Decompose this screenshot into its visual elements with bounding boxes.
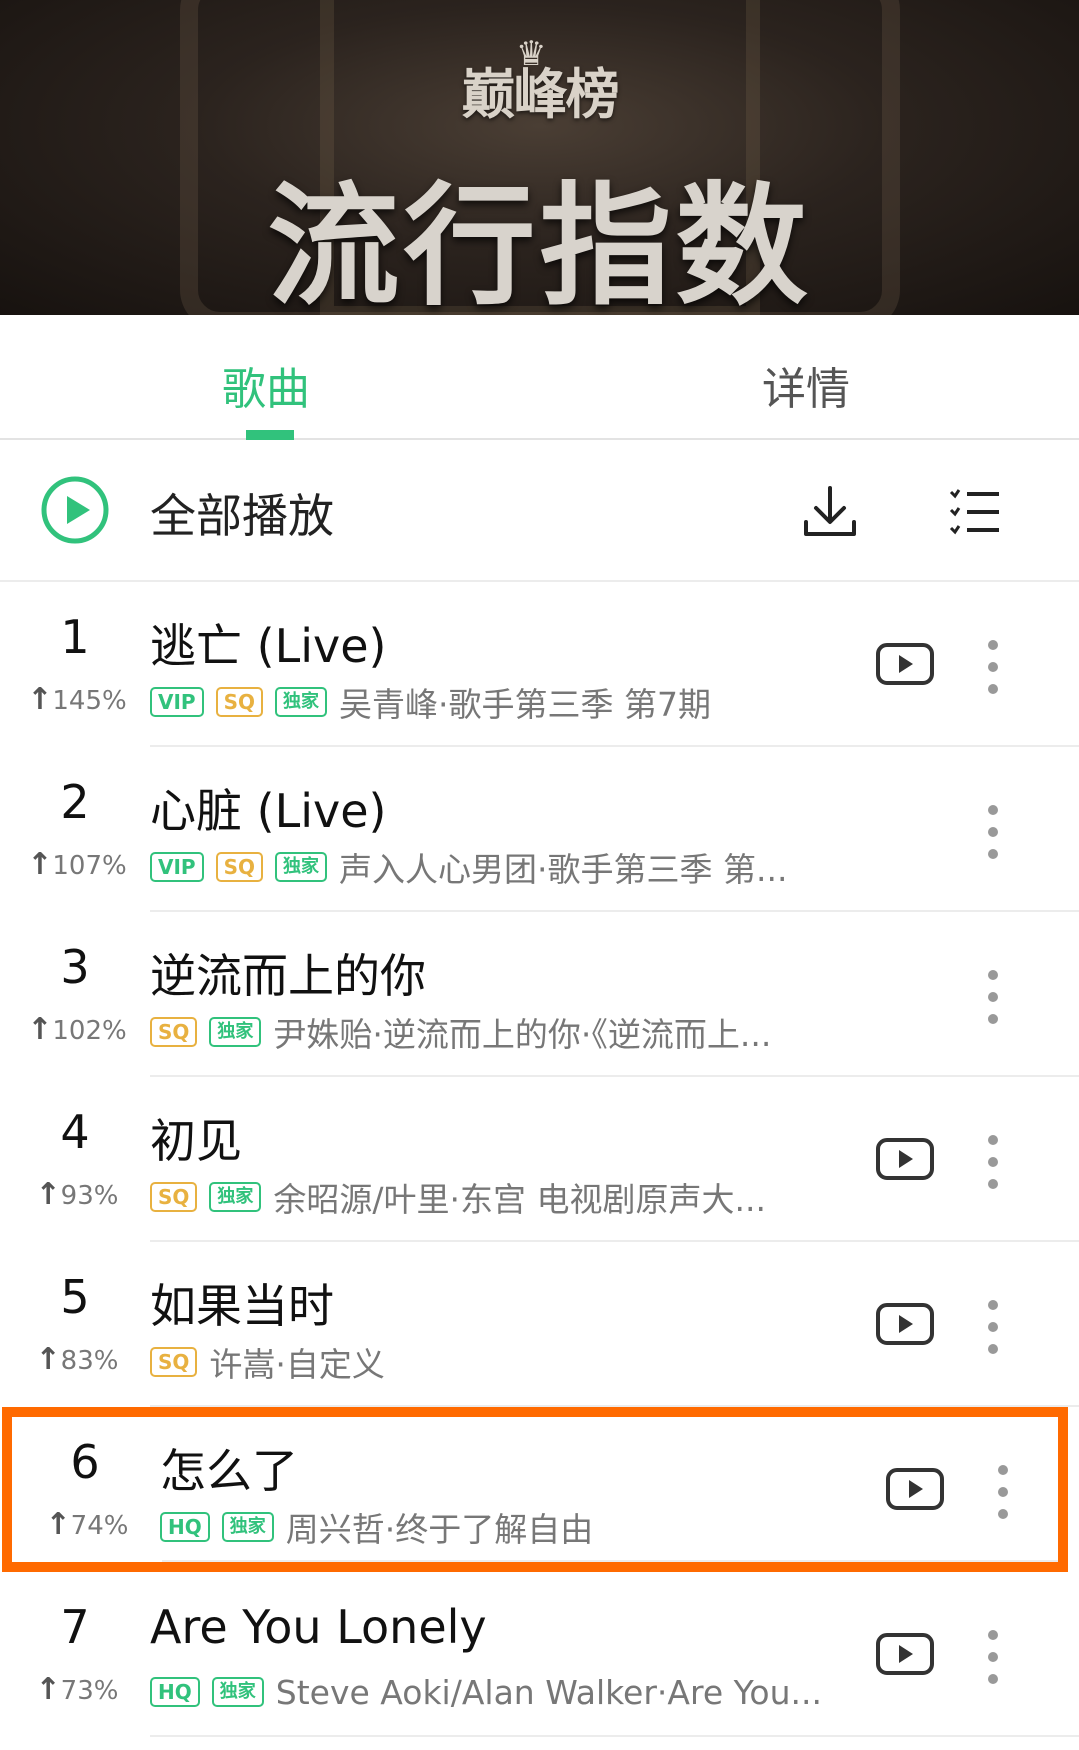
song-artist-album: 声入人心男团·歌手第三季 第... xyxy=(338,850,788,889)
song-row[interactable]: 7 ↑73% Are You Lonely HQ 独家 Steve Aoki/Al… xyxy=(0,1572,1079,1737)
trend-up-icon: ↑ xyxy=(27,1012,53,1047)
sq-badge: SQ xyxy=(150,1017,198,1047)
song-row[interactable]: 5 ↑83% 如果当时 SQ 许嵩·自定义 xyxy=(0,1242,1079,1407)
sq-badge: SQ xyxy=(215,687,263,717)
trend-value: 73% xyxy=(60,1676,119,1706)
song-trend: ↑73% xyxy=(22,1672,132,1707)
song-artist-album: 尹姝贻·逆流而上的你·《逆流而上... xyxy=(273,1015,772,1054)
song-rank: 5 xyxy=(60,1270,90,1324)
song-rank: 7 xyxy=(60,1600,90,1654)
active-tab-indicator xyxy=(246,430,294,440)
song-trend: ↑93% xyxy=(22,1177,132,1212)
more-options-icon[interactable] xyxy=(988,1462,1018,1522)
song-trend: ↑102% xyxy=(22,1012,132,1047)
song-artist-album: 吴青峰·歌手第三季 第7期 xyxy=(338,685,711,724)
play-all-button[interactable]: 全部播放 xyxy=(150,480,334,546)
song-row[interactable]: 4 ↑93% 初见 SQ 独家 余昭源/叶里·东宫 电视剧原声大... xyxy=(0,1077,1079,1242)
song-trend: ↑74% xyxy=(32,1507,142,1542)
trend-up-icon: ↑ xyxy=(35,1342,61,1377)
more-options-icon[interactable] xyxy=(978,1132,1008,1192)
vip-badge: VIP xyxy=(150,852,204,882)
more-options-icon[interactable] xyxy=(978,802,1008,862)
song-meta: SQ 独家 尹姝贻·逆流而上的你·《逆流而上... xyxy=(150,1010,840,1054)
song-trend: ↑83% xyxy=(22,1342,132,1377)
song-row[interactable]: 2 ↑107% 心脏 (Live) VIP SQ 独家 声入人心男团·歌手第三季 第… xyxy=(0,747,1079,912)
trend-up-icon: ↑ xyxy=(35,1177,61,1212)
song-title[interactable]: 逆流而上的你 xyxy=(150,940,426,1006)
excl-badge: 独家 xyxy=(274,852,327,882)
song-artist-album: 余昭源/叶里·东宫 电视剧原声大... xyxy=(273,1180,766,1219)
list-menu-icon[interactable] xyxy=(945,482,1005,542)
excl-badge: 独家 xyxy=(221,1512,274,1542)
song-title[interactable]: 怎么了 xyxy=(160,1435,298,1501)
excl-badge: 独家 xyxy=(274,687,327,717)
song-rank: 3 xyxy=(60,940,90,994)
song-rank: 1 xyxy=(60,610,90,664)
song-meta: HQ 独家 周兴哲·终于了解自由 xyxy=(160,1505,850,1549)
song-row[interactable]: 1 ↑145% 逃亡 (Live) VIP SQ 独家 吴青峰·歌手第三季 第7期 xyxy=(0,582,1079,747)
song-meta: VIP SQ 独家 声入人心男团·歌手第三季 第... xyxy=(150,845,840,889)
hq-badge: HQ xyxy=(150,1677,200,1707)
song-list: 1 ↑145% 逃亡 (Live) VIP SQ 独家 吴青峰·歌手第三季 第7期 xyxy=(0,582,1079,1737)
excl-badge: 独家 xyxy=(209,1017,262,1047)
trend-value: 93% xyxy=(60,1181,119,1211)
vip-badge: VIP xyxy=(150,687,204,717)
more-options-icon[interactable] xyxy=(978,1627,1008,1687)
tab-details[interactable]: 详情 xyxy=(762,353,850,417)
trend-up-icon: ↑ xyxy=(45,1507,71,1542)
song-title[interactable]: Are You Lonely xyxy=(150,1600,487,1654)
chart-banner: ♛ 巅峰榜 流行指数 xyxy=(0,0,1079,315)
song-row[interactable]: 6 ↑74% 怎么了 HQ 独家 周兴哲·终于了解自由 xyxy=(2,1407,1068,1572)
song-rank: 4 xyxy=(60,1105,90,1159)
song-rank: 6 xyxy=(70,1435,100,1489)
more-options-icon[interactable] xyxy=(978,1297,1008,1357)
trend-value: 145% xyxy=(52,686,127,716)
excl-badge: 独家 xyxy=(209,1182,262,1212)
song-meta: SQ 许嵩·自定义 xyxy=(150,1340,840,1384)
mv-play-icon[interactable] xyxy=(875,1632,935,1676)
tab-bar: 歌曲 详情 xyxy=(0,315,1079,440)
tab-songs[interactable]: 歌曲 xyxy=(222,353,310,417)
song-trend: ↑107% xyxy=(22,847,132,882)
more-options-icon[interactable] xyxy=(978,967,1008,1027)
song-title[interactable]: 心脏 (Live) xyxy=(150,775,386,841)
more-options-icon[interactable] xyxy=(978,637,1008,697)
song-title[interactable]: 初见 xyxy=(150,1105,242,1171)
sq-badge: SQ xyxy=(150,1182,198,1212)
song-title[interactable]: 如果当时 xyxy=(150,1270,334,1336)
download-icon[interactable] xyxy=(800,482,860,542)
song-meta: HQ 独家 Steve Aoki/Alan Walker·Are You... xyxy=(150,1670,840,1714)
song-meta: SQ 独家 余昭源/叶里·东宫 电视剧原声大... xyxy=(150,1175,840,1219)
song-artist-album: Steve Aoki/Alan Walker·Are You... xyxy=(275,1672,822,1712)
trend-up-icon: ↑ xyxy=(35,1672,61,1707)
trend-value: 107% xyxy=(52,851,127,881)
banner-logo: 巅峰榜 xyxy=(461,63,620,126)
trend-value: 102% xyxy=(52,1016,127,1046)
song-artist-album: 许嵩·自定义 xyxy=(209,1345,385,1384)
song-trend: ↑145% xyxy=(22,682,132,717)
play-circle-icon[interactable] xyxy=(40,475,110,545)
song-meta: VIP SQ 独家 吴青峰·歌手第三季 第7期 xyxy=(150,680,840,724)
song-rank: 2 xyxy=(60,775,90,829)
mv-play-icon[interactable] xyxy=(875,642,935,686)
song-title[interactable]: 逃亡 (Live) xyxy=(150,610,386,676)
play-all-bar: 全部播放 xyxy=(0,442,1079,582)
trend-up-icon: ↑ xyxy=(27,682,53,717)
sq-badge: SQ xyxy=(215,852,263,882)
excl-badge: 独家 xyxy=(211,1677,264,1707)
banner-title: 流行指数 xyxy=(267,170,812,315)
trend-up-icon: ↑ xyxy=(27,847,53,882)
hq-badge: HQ xyxy=(160,1512,210,1542)
trend-value: 83% xyxy=(60,1346,119,1376)
song-artist-album: 周兴哲·终于了解自由 xyxy=(285,1510,594,1549)
mv-play-icon[interactable] xyxy=(875,1137,935,1181)
sq-badge: SQ xyxy=(150,1347,198,1377)
mv-play-icon[interactable] xyxy=(875,1302,935,1346)
mv-play-icon[interactable] xyxy=(885,1467,945,1511)
song-row[interactable]: 3 ↑102% 逆流而上的你 SQ 独家 尹姝贻·逆流而上的你·《逆流而上... xyxy=(0,912,1079,1077)
trend-value: 74% xyxy=(70,1511,129,1541)
